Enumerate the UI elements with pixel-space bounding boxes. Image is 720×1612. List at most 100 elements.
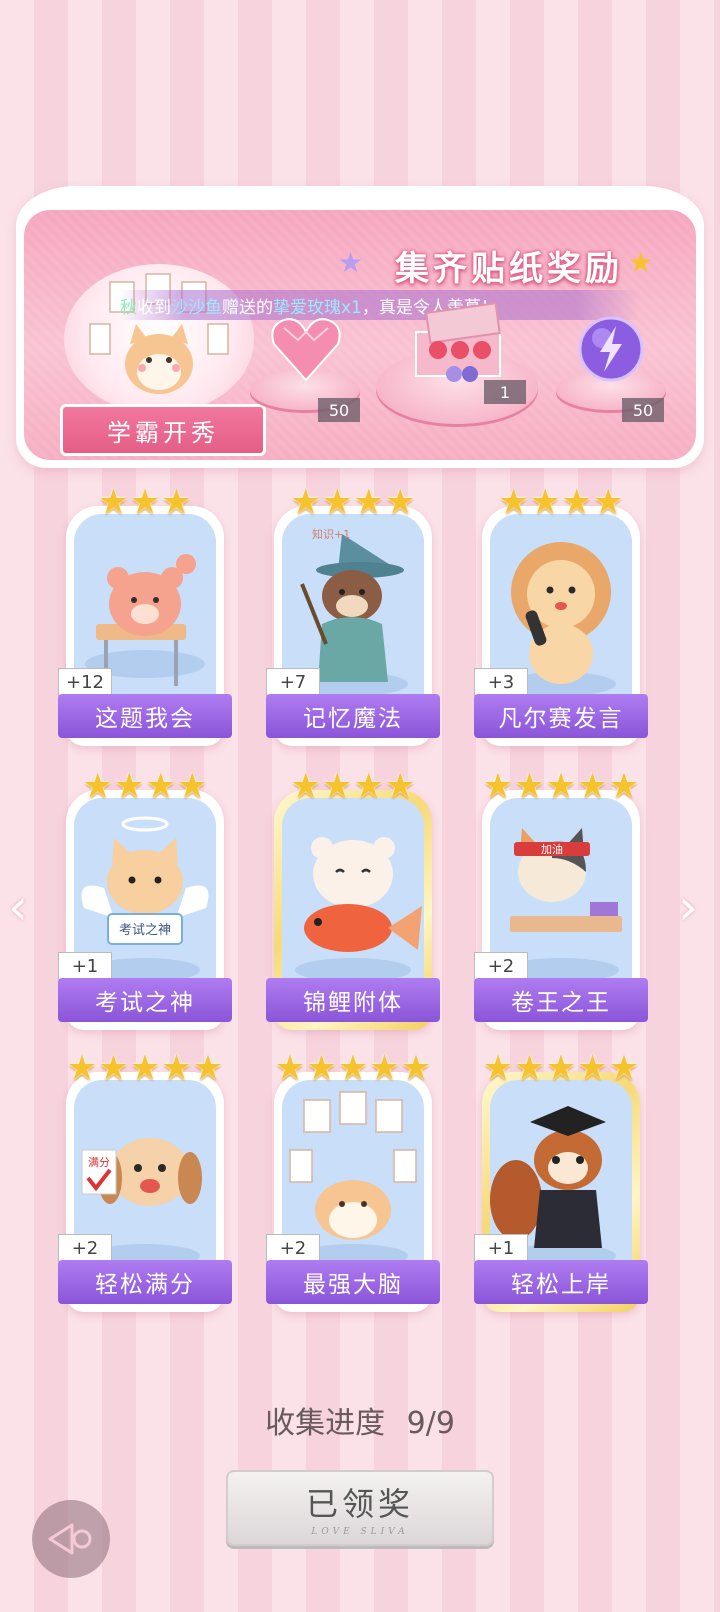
purple-lightning-orb-icon[interactable]	[576, 314, 646, 384]
star-icon: ★	[530, 482, 561, 522]
star-icon: ★	[353, 482, 384, 522]
star-icon: ★	[482, 1048, 514, 1088]
sticker-ribbon: 学霸开秀	[60, 404, 266, 456]
progress-value: 9/9	[406, 1406, 455, 1441]
star-icon: ★	[369, 1048, 400, 1088]
bear-with-koi-illustration	[295, 837, 422, 982]
star-icon: ★	[176, 766, 208, 806]
back-arrow-icon	[48, 1523, 92, 1555]
sticker-name: 锦鲤附体	[266, 978, 440, 1022]
star-icon: ★	[290, 482, 322, 522]
gift-box-icon[interactable]	[408, 302, 508, 386]
svg-text:加油: 加油	[541, 842, 563, 856]
star-icon: ★	[384, 482, 416, 522]
star-icon: ★	[98, 482, 129, 522]
sticker-reward-banner: 学霸开秀 ★ 集齐贴纸奖励 ★ 秋 收到 沙沙鱼 赠送的 挚爱玫瑰x1 ，真是令…	[16, 186, 704, 468]
star-icon: ★	[561, 482, 592, 522]
banner-title: 集齐贴纸奖励	[395, 248, 623, 289]
star-rating: ★ ★ ★ ★ ★	[478, 768, 644, 804]
progress-label: 收集进度	[265, 1406, 386, 1441]
sticker-name: 这题我会	[58, 694, 232, 738]
sticker-name: 卷王之王	[474, 978, 648, 1022]
sticker-count: +2	[474, 952, 528, 980]
gift-sender-name: 沙沙鱼	[171, 297, 222, 318]
sticker-count: +12	[58, 668, 112, 696]
sticker-name: 凡尔赛发言	[474, 694, 648, 738]
next-page-arrow-icon[interactable]: ›	[678, 878, 698, 936]
sticker-name: 记忆魔法	[266, 694, 440, 738]
reward-count: 50	[622, 398, 664, 422]
sticker-card[interactable]: 知识+1 ★ ★ ★ ★ +7 记忆魔法	[266, 484, 440, 754]
sticker-name: 最强大脑	[266, 1260, 440, 1304]
star-rating: ★ ★ ★	[62, 484, 228, 520]
sticker-count: +2	[266, 1234, 320, 1262]
collection-progress: 收集进度 9/9	[0, 1398, 720, 1442]
star-icon: ★	[145, 766, 176, 806]
star-rating: ★ ★ ★ ★ ★	[62, 1050, 228, 1086]
sticker-count: +2	[58, 1234, 112, 1262]
sticker-name: 轻松满分	[58, 1260, 232, 1304]
star-icon: ★	[514, 1048, 545, 1088]
star-icon: ★	[628, 246, 654, 279]
star-icon: ★	[114, 766, 145, 806]
star-icon: ★	[498, 482, 530, 522]
sticker-count: +1	[474, 1234, 528, 1262]
sticker-card[interactable]: ★ ★ ★ ★ +3 凡尔赛发言	[474, 484, 648, 754]
star-rating: ★ ★ ★ ★	[478, 484, 644, 520]
star-icon: ★	[384, 766, 416, 806]
gift-announcement-ticker: 秋 收到 沙沙鱼 赠送的 挚爱玫瑰x1 ，真是令人羡慕！	[120, 290, 640, 320]
sticker-card[interactable]: 考试之神 ★ ★ ★ ★ +1 考试之神	[58, 768, 232, 1038]
star-icon: ★	[592, 482, 624, 522]
sticker-count: +3	[474, 668, 528, 696]
reward-count: 50	[318, 398, 360, 422]
sticker-card[interactable]: 满分 ★ ★ ★ ★ ★ +2 轻松满分	[58, 1050, 232, 1320]
sticker-card[interactable]: ★ ★ ★ +12 这题我会	[58, 484, 232, 754]
star-rating: ★ ★ ★ ★ ★	[270, 1050, 436, 1086]
star-icon: ★	[290, 766, 322, 806]
sticker-name: 考试之神	[58, 978, 232, 1022]
sender-name: 秋	[120, 297, 137, 318]
star-icon: ★	[337, 1048, 369, 1088]
star-icon: ★	[129, 1048, 161, 1088]
ticker-text: 赠送的	[222, 297, 273, 318]
star-rating: ★ ★ ★ ★	[270, 768, 436, 804]
sticker-art	[282, 798, 424, 998]
banner-background: 学霸开秀 ★ 集齐贴纸奖励 ★ 秋 收到 沙沙鱼 赠送的 挚爱玫瑰x1 ，真是令…	[24, 210, 696, 460]
sticker-card[interactable]: ★ ★ ★ ★ ★ +2 最强大脑	[266, 1050, 440, 1320]
claimed-reward-button[interactable]: 已领奖 LOVE SLIVA	[226, 1470, 494, 1546]
star-rating: ★ ★ ★ ★	[62, 768, 228, 804]
sticker-name: 轻松上岸	[474, 1260, 648, 1304]
star-icon: ★	[161, 482, 192, 522]
star-icon: ★	[514, 766, 545, 806]
star-icon: ★	[400, 1048, 432, 1088]
star-icon: ★	[161, 1048, 192, 1088]
star-icon: ★	[66, 1048, 98, 1088]
back-button[interactable]	[32, 1500, 110, 1578]
star-icon: ★	[545, 766, 577, 806]
svg-text:满分: 满分	[88, 1156, 110, 1169]
star-icon: ★	[577, 766, 608, 806]
star-rating: ★ ★ ★ ★ ★	[478, 1050, 644, 1086]
sticker-medallion	[64, 264, 254, 414]
star-icon: ★	[192, 1048, 224, 1088]
sticker-count: +7	[266, 668, 320, 696]
star-icon: ★	[274, 1048, 306, 1088]
star-icon: ★	[98, 1048, 129, 1088]
star-icon: ★	[82, 766, 114, 806]
star-icon: ★	[353, 766, 384, 806]
reward-count: 1	[484, 380, 526, 404]
star-icon: ★	[545, 1048, 577, 1088]
star-icon: ★	[322, 766, 353, 806]
star-icon: ★	[608, 766, 640, 806]
sticker-card[interactable]: ★ ★ ★ ★ ★ +1 轻松上岸	[474, 1050, 648, 1320]
star-icon: ★	[608, 1048, 640, 1088]
star-icon: ★	[322, 482, 353, 522]
star-rating: ★ ★ ★ ★	[270, 484, 436, 520]
svg-text:考试之神: 考试之神	[119, 923, 171, 938]
star-icon: ★	[129, 482, 161, 522]
sticker-card[interactable]: ★ ★ ★ ★ 锦鲤附体	[266, 768, 440, 1038]
star-icon: ★	[482, 766, 514, 806]
sticker-card[interactable]: 加油 ★ ★ ★ ★ ★ +2 卷王之王	[474, 768, 648, 1038]
previous-page-arrow-icon[interactable]: ‹	[8, 878, 28, 936]
pink-heart-gem-icon[interactable]	[268, 314, 344, 384]
